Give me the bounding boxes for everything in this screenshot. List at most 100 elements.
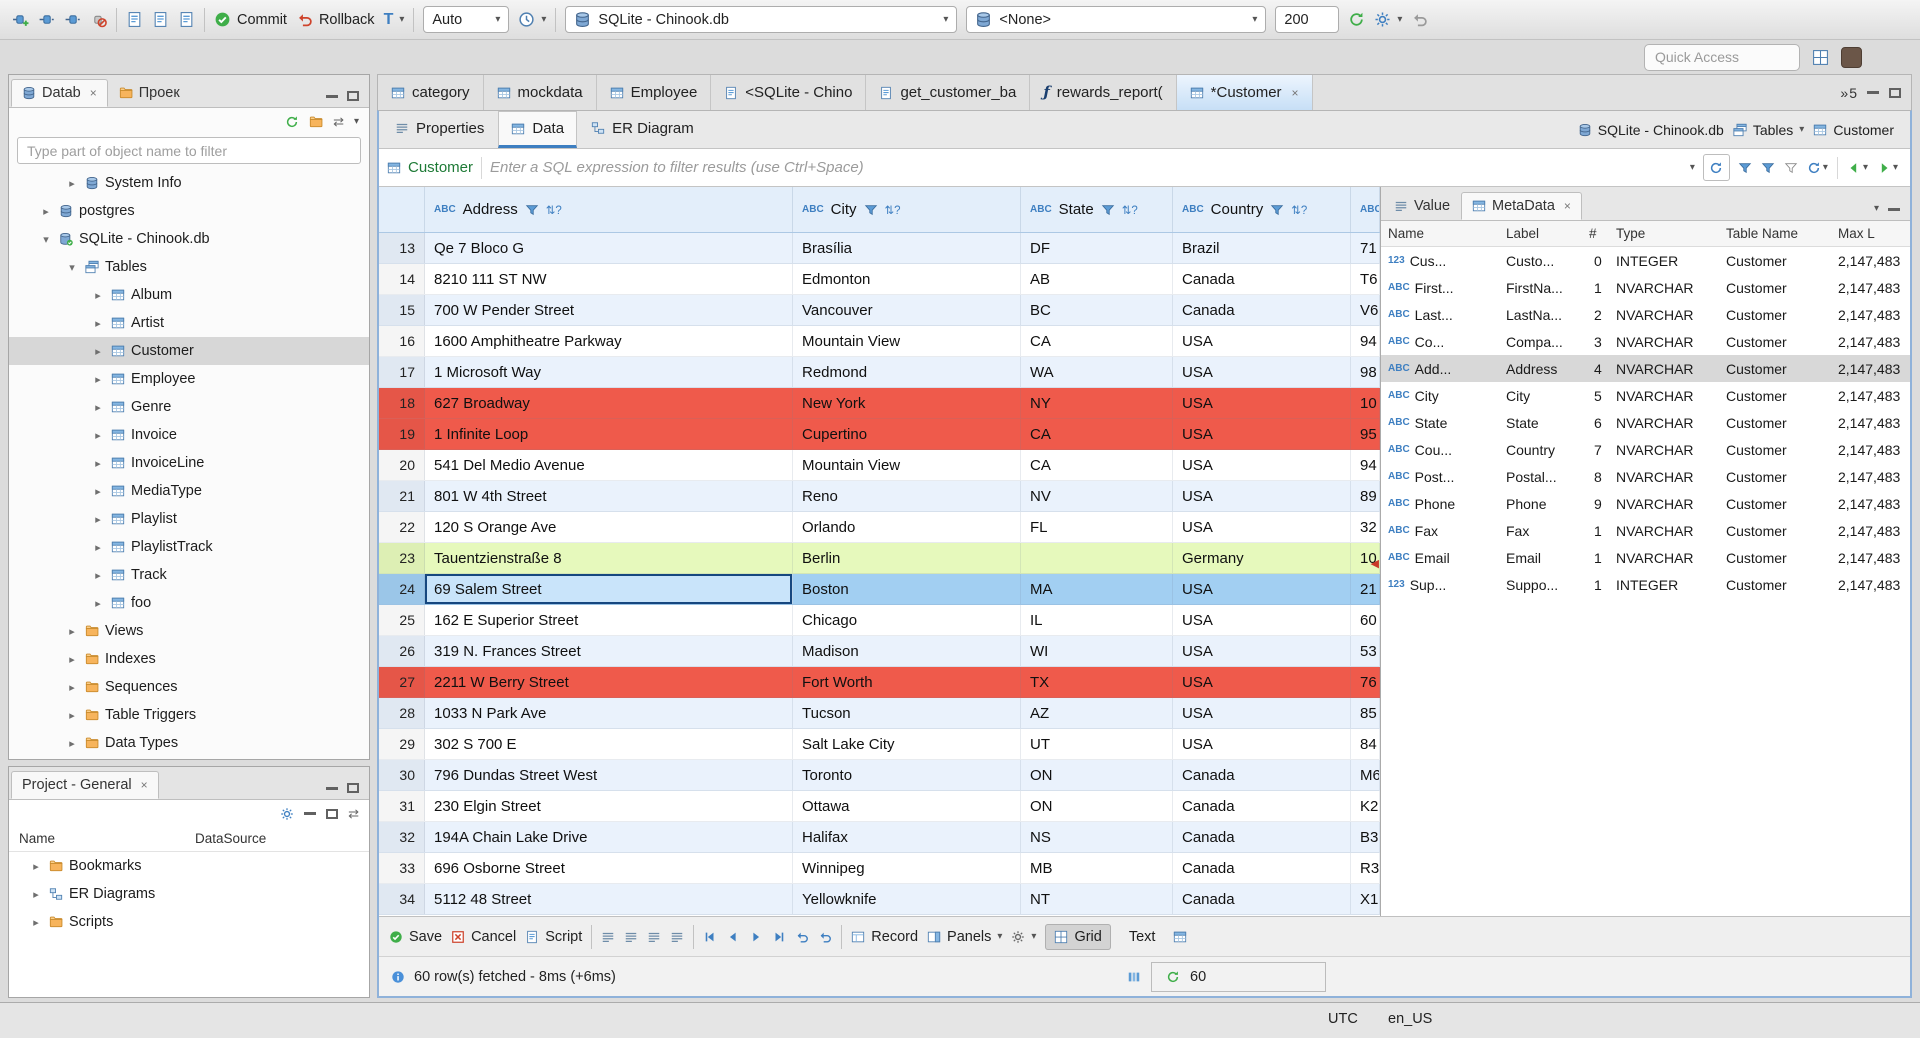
tab-projects[interactable]: Проек (108, 79, 191, 107)
table-row-26[interactable]: 26 319 N. Frances Street Madison WI USA 53 (379, 636, 1380, 667)
expand-arrow-icon[interactable]: ▸ (91, 541, 105, 554)
column-header-country[interactable]: ABC Country ⇅? (1173, 187, 1351, 232)
edit-value-icon[interactable] (601, 930, 615, 944)
table-row-18[interactable]: 18 627 Broadway New York NY USA 10 (379, 388, 1380, 419)
fetch-size-value[interactable]: 60 (1190, 969, 1206, 985)
tab-database-navigator[interactable]: Datab × (11, 79, 108, 107)
cell-address[interactable]: 2211 W Berry Street (425, 667, 793, 697)
delete-row-icon[interactable] (670, 930, 684, 944)
duplicate-row-icon[interactable] (647, 930, 661, 944)
cell-country[interactable]: Canada (1173, 853, 1351, 883)
meta-row-email[interactable]: ABC Email Email 1 NVARCHAR Customer 2,147,483 (1381, 544, 1910, 571)
cell-city[interactable]: Brasília (793, 233, 1021, 263)
expand-arrow-icon[interactable]: ▸ (91, 289, 105, 302)
cell-state[interactable]: ON (1021, 760, 1173, 790)
collapse-arrow-icon[interactable]: ▾ (65, 261, 79, 274)
add-folder-icon[interactable] (309, 115, 323, 129)
cell-postal[interactable]: 60 (1351, 605, 1380, 635)
tree-item-sqlite-chinook-db[interactable]: ▾ SQLite - Chinook.db (9, 225, 369, 253)
cell-city[interactable]: Mountain View (793, 450, 1021, 480)
breadcrumb-database[interactable]: SQLite - Chinook.db (1578, 122, 1724, 138)
row-number-cell[interactable]: 25 (379, 605, 425, 635)
expand-arrow-icon[interactable]: ▸ (91, 345, 105, 358)
tab-value[interactable]: Value (1383, 192, 1461, 220)
cell-postal[interactable]: 98 (1351, 357, 1380, 387)
tree-item-invoice[interactable]: ▸ Invoice (9, 421, 369, 449)
row-number-cell[interactable]: 31 (379, 791, 425, 821)
column-header-state[interactable]: ABC State ⇅? (1021, 187, 1173, 232)
row-number-cell[interactable]: 20 (379, 450, 425, 480)
cell-state[interactable]: TX (1021, 667, 1173, 697)
open-sql-script-icon[interactable] (152, 11, 169, 28)
presentation-settings-icon[interactable] (1173, 930, 1187, 944)
cell-postal[interactable]: 10 (1351, 388, 1380, 418)
tree-item-playlisttrack[interactable]: ▸ PlaylistTrack (9, 533, 369, 561)
tree-filter-input[interactable] (17, 137, 361, 164)
cell-postal[interactable]: 32 (1351, 512, 1380, 542)
close-icon[interactable]: × (1564, 199, 1571, 213)
remove-filter-icon[interactable] (1761, 161, 1775, 175)
next-row-icon[interactable] (749, 930, 763, 944)
cell-city[interactable]: Yellowknife (793, 884, 1021, 914)
first-row-icon[interactable] (703, 930, 717, 944)
tree-item-table-triggers[interactable]: ▸ Table Triggers (9, 701, 369, 729)
view-menu-icon[interactable]: ▾ (1874, 204, 1879, 214)
editor-tab-category[interactable]: category (378, 75, 484, 110)
quick-access-input[interactable] (1644, 43, 1800, 71)
cell-state[interactable]: BC (1021, 295, 1173, 325)
filter-history-icon[interactable]: ▾ (1690, 162, 1695, 173)
cell-address[interactable]: 8210 111 ST NW (425, 264, 793, 294)
table-row-32[interactable]: 32 194A Chain Lake Drive Halifax NS Canada B3 (379, 822, 1380, 853)
refresh-icon[interactable] (1348, 11, 1365, 28)
editor-tab-rewards-report[interactable]: ƒ rewards_report( (1030, 75, 1177, 110)
filter-expression-input[interactable]: Enter a SQL expression to filter results… (490, 159, 1682, 176)
cell-postal[interactable]: 53 (1351, 636, 1380, 666)
cell-state[interactable]: WA (1021, 357, 1173, 387)
cell-country[interactable]: USA (1173, 357, 1351, 387)
expand-arrow-icon[interactable]: ▸ (91, 485, 105, 498)
undo-icon[interactable] (1411, 11, 1428, 28)
cell-state[interactable]: MA (1021, 574, 1173, 604)
tree-item-mediatype[interactable]: ▸ MediaType (9, 477, 369, 505)
close-icon[interactable]: × (141, 778, 148, 792)
cell-address[interactable]: 120 S Orange Ave (425, 512, 793, 542)
open-perspective-icon[interactable] (1812, 49, 1829, 66)
text-presentation-toggle[interactable]: Text (1120, 924, 1165, 950)
table-row-15[interactable]: 15 700 W Pender Street Vancouver BC Canada V6 (379, 295, 1380, 326)
expand-arrow-icon[interactable]: ▸ (91, 457, 105, 470)
editor-tab-get-customer-ba[interactable]: get_customer_ba (866, 75, 1031, 110)
tree-item-playlist[interactable]: ▸ Playlist (9, 505, 369, 533)
refresh-button[interactable] (1702, 154, 1730, 181)
row-number-cell[interactable]: 33 (379, 853, 425, 883)
cell-address[interactable]: 302 S 700 E (425, 729, 793, 759)
cell-country[interactable]: Brazil (1173, 233, 1351, 263)
cell-address[interactable]: 796 Dundas Street West (425, 760, 793, 790)
table-row-21[interactable]: 21 801 W 4th Street Reno NV USA 89 (379, 481, 1380, 512)
tree-item-employee[interactable]: ▸ Employee (9, 365, 369, 393)
table-row-25[interactable]: 25 162 E Superior Street Chicago IL USA 60 (379, 605, 1380, 636)
row-number-cell[interactable]: 14 (379, 264, 425, 294)
tree-item-artist[interactable]: ▸ Artist (9, 309, 369, 337)
table-row-30[interactable]: 30 796 Dundas Street West Toronto ON Canada M… (379, 760, 1380, 791)
link-with-editor-icon[interactable]: ⇄ (348, 807, 359, 820)
record-toggle[interactable]: Record (851, 929, 918, 945)
breadcrumb-tables[interactable]: Tables ▾ (1733, 122, 1804, 138)
expand-arrow-icon[interactable]: ▸ (29, 916, 43, 929)
cell-postal[interactable]: 94 (1351, 450, 1380, 480)
cell-city[interactable]: Halifax (793, 822, 1021, 852)
minimize-icon[interactable] (326, 786, 338, 790)
cell-postal[interactable]: 71 (1351, 233, 1380, 263)
project-item-bookmarks[interactable]: ▸ Bookmarks (9, 852, 369, 880)
table-row-20[interactable]: 20 541 Del Medio Avenue Mountain View CA USA… (379, 450, 1380, 481)
tab-project-general[interactable]: Project - General × (11, 771, 159, 799)
column-datasource[interactable]: DataSource (195, 831, 266, 846)
cell-country[interactable]: USA (1173, 388, 1351, 418)
minimize-icon[interactable] (326, 94, 338, 98)
meta-row-country[interactable]: ABC Cou... Country 7 NVARCHAR Customer 2,147,4… (1381, 436, 1910, 463)
cell-state[interactable]: CA (1021, 450, 1173, 480)
reconnect-icon[interactable] (64, 11, 81, 28)
tree-item-data-types[interactable]: ▸ Data Types (9, 729, 369, 757)
expand-arrow-icon[interactable]: ▸ (29, 860, 43, 873)
meta-row-suppo[interactable]: 123 Sup... Suppo... 1 INTEGER Customer 2,147,4… (1381, 571, 1910, 598)
filter-icon[interactable] (864, 203, 878, 217)
